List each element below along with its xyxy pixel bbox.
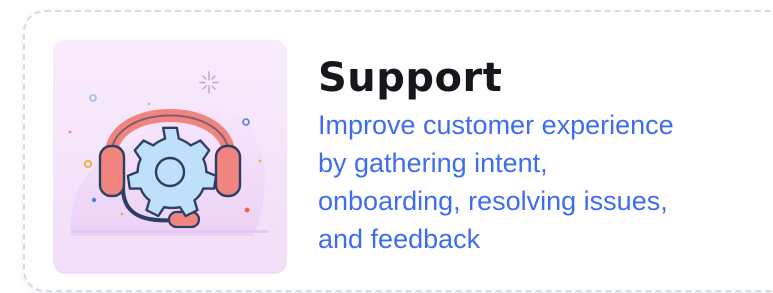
card-title: Support xyxy=(318,55,503,101)
confetti-dot xyxy=(68,130,72,134)
headset-gear-icon xyxy=(53,40,287,274)
confetti-dot xyxy=(91,197,97,203)
confetti-dot xyxy=(147,102,151,106)
confetti-dot xyxy=(258,159,262,163)
support-illustration xyxy=(53,40,287,274)
confetti-dot xyxy=(120,212,124,216)
description-line: by gathering intent, xyxy=(318,148,548,178)
card-description: Improve customer experience by gathering… xyxy=(318,106,674,258)
description-line: onboarding, resolving issues, xyxy=(318,186,668,216)
description-line: Improve customer experience xyxy=(318,110,674,140)
confetti-dot xyxy=(244,207,250,213)
description-line: and feedback xyxy=(318,224,481,254)
